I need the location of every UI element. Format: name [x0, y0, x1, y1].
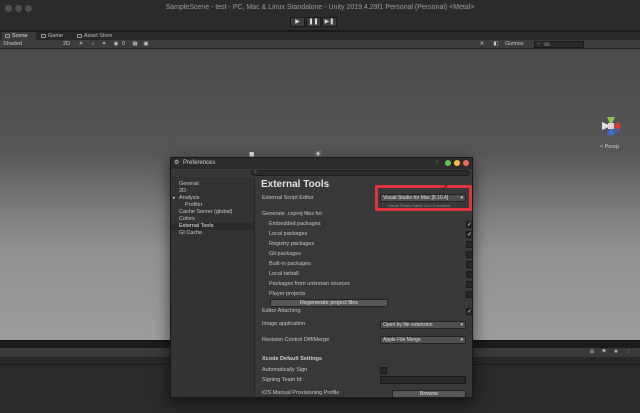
- tab-asset-store-label: Asset Store: [84, 33, 113, 39]
- sidebar-item-profiler[interactable]: Profiler: [171, 202, 255, 209]
- tab-game-label: Game: [48, 33, 63, 39]
- image-application-dropdown[interactable]: Open by file extension ▾: [380, 321, 466, 329]
- automatically-sign-label: Automatically Sign: [262, 367, 308, 373]
- preferences-sidebar: General 2D ▸ Analysis Profiler Cache Ser…: [171, 177, 255, 397]
- tools-icon[interactable]: ✕: [478, 41, 486, 48]
- mouse-cursor-icon: ➚: [442, 184, 448, 191]
- scene-visibility-icon[interactable]: ◉: [112, 41, 120, 48]
- game-icon: [41, 34, 46, 38]
- page-title: External Tools: [261, 179, 330, 190]
- effects-icon[interactable]: ✦: [100, 41, 108, 48]
- minimize-prefs-button[interactable]: [454, 160, 460, 166]
- preferences-search-input[interactable]: ⌕: [251, 169, 470, 176]
- tab-scene[interactable]: Scene: [2, 32, 36, 40]
- revision-control-label: Revision Control Diff/Merge: [262, 337, 330, 343]
- preferences-title-bar: ⚙ Preferences ⁝: [171, 158, 472, 169]
- filter-icon[interactable]: ⚑: [600, 349, 608, 356]
- automatically-sign-checkbox[interactable]: [380, 367, 387, 374]
- editor-attaching-label: Editor Attaching: [262, 308, 301, 314]
- generate-csproj-label: Generate .csproj files for:: [262, 211, 324, 217]
- close-prefs-button[interactable]: [463, 160, 469, 166]
- tab-asset-store[interactable]: Asset Store: [74, 32, 130, 40]
- scene-search-input[interactable]: ⌕ All: [534, 41, 584, 48]
- sidebar-item-analysis-label: Analysis: [179, 195, 200, 201]
- camera-settings-icon[interactable]: ◧: [492, 41, 500, 48]
- local-tarball-checkbox[interactable]: [466, 271, 472, 278]
- local-packages-checkbox[interactable]: ✓: [466, 231, 472, 238]
- scene-toolbar: Shaded 2D ☀ ♪ ✦ ◉ 0 ▦ ▣ ✕ ◧ Gizmos ⌕ All: [0, 40, 640, 49]
- csproj-option-label: Local packages: [269, 231, 308, 237]
- git-packages-checkbox[interactable]: [466, 251, 472, 258]
- search-icon: ⌕: [537, 41, 541, 47]
- step-button[interactable]: ▶❚: [322, 17, 337, 27]
- csproj-option-label: Player projects: [269, 291, 306, 297]
- csproj-option-label: Built-in packages: [269, 261, 311, 267]
- sidebar-item-cache-server[interactable]: Cache Server (global): [171, 209, 255, 216]
- unknown-sources-checkbox[interactable]: [466, 281, 472, 288]
- tab-game[interactable]: Game: [38, 32, 70, 40]
- csproj-option-label: Local tarball: [269, 271, 299, 277]
- gizmos-dropdown[interactable]: Gizmos: [505, 41, 524, 48]
- pause-button[interactable]: ❚❚: [306, 17, 321, 27]
- expand-arrow-icon[interactable]: ▸: [173, 195, 176, 202]
- built-in-packages-checkbox[interactable]: [466, 261, 472, 268]
- audio-icon[interactable]: ♪: [89, 41, 97, 48]
- hidden-objects-count[interactable]: 0: [122, 41, 125, 48]
- asset-store-icon: [77, 34, 82, 38]
- shading-mode-dropdown[interactable]: Shaded: [3, 41, 22, 48]
- chevron-down-icon: ▾: [460, 337, 463, 343]
- xcode-settings-heading: Xcode Default Settings: [262, 356, 322, 362]
- regenerate-project-files-button[interactable]: Regenerate project files: [270, 299, 388, 307]
- signing-team-field[interactable]: [380, 376, 466, 384]
- window-title-bar: SampleScene - test - PC, Mac & Linux Sta…: [0, 0, 640, 30]
- gear-icon: ⚙: [174, 160, 180, 166]
- revision-control-value: Apple File Merge: [383, 337, 421, 343]
- light-toggle-icon[interactable]: ☀: [77, 41, 85, 48]
- preferences-title: Preferences: [183, 160, 216, 166]
- sidebar-item-colors[interactable]: Colors: [171, 216, 255, 223]
- chevron-down-icon: ▾: [460, 322, 463, 328]
- image-application-value: Open by file extension: [383, 322, 433, 328]
- sidebar-item-gi-cache[interactable]: GI Cache: [171, 230, 255, 237]
- signing-team-label: Signing Team Id:: [262, 377, 303, 383]
- maximize-prefs-button[interactable]: [445, 160, 451, 166]
- search-icon: ⌕: [254, 169, 258, 175]
- lock-icon[interactable]: ⊟: [588, 349, 596, 356]
- csproj-option-label: Packages from unknown sources: [269, 281, 351, 287]
- scene-icon: [5, 34, 10, 38]
- sidebar-item-external-tools[interactable]: External Tools: [171, 223, 255, 230]
- player-projects-checkbox[interactable]: [466, 291, 472, 298]
- window-menu-icon[interactable]: ⁝: [436, 159, 438, 166]
- perspective-label[interactable]: < Persp: [600, 144, 619, 150]
- csproj-option-label: Registry packages: [269, 241, 315, 247]
- sidebar-item-analysis[interactable]: ▸ Analysis: [171, 195, 255, 202]
- csproj-option-label: Git packages: [269, 251, 302, 257]
- scene-options-icon[interactable]: ▣: [142, 41, 150, 48]
- ios-profile-label: iOS Manual Provisioning Profile: [262, 390, 340, 396]
- window-title: SampleScene - test - PC, Mac & Linux Sta…: [165, 4, 475, 11]
- scene-gizmo-axis-icon[interactable]: [598, 113, 624, 139]
- tab-scene-label: Scene: [12, 33, 28, 39]
- csproj-option-label: Embedded packages: [269, 221, 321, 227]
- star-icon[interactable]: ★: [612, 349, 620, 356]
- highlight-box: [375, 185, 472, 211]
- editor-attaching-checkbox[interactable]: ✓: [466, 308, 472, 315]
- image-application-label: Image application: [262, 321, 306, 327]
- play-button[interactable]: ▶: [290, 17, 305, 27]
- revision-control-dropdown[interactable]: Apple File Merge ▾: [380, 336, 466, 344]
- scene-search-placeholder: All: [544, 42, 550, 48]
- sidebar-item-general[interactable]: General: [171, 181, 255, 188]
- options-icon[interactable]: ⋮: [625, 349, 633, 356]
- grid-icon[interactable]: ▦: [131, 41, 139, 48]
- external-script-editor-label: External Script Editor: [262, 195, 314, 201]
- sidebar-item-2d[interactable]: 2D: [171, 188, 255, 195]
- view-tab-bar: Scene Game Asset Store: [0, 32, 640, 40]
- browse-button[interactable]: Browse: [392, 390, 466, 397]
- registry-packages-checkbox[interactable]: [466, 241, 472, 248]
- embedded-packages-checkbox[interactable]: ✓: [466, 221, 472, 228]
- 2d-toggle[interactable]: 2D: [63, 41, 70, 48]
